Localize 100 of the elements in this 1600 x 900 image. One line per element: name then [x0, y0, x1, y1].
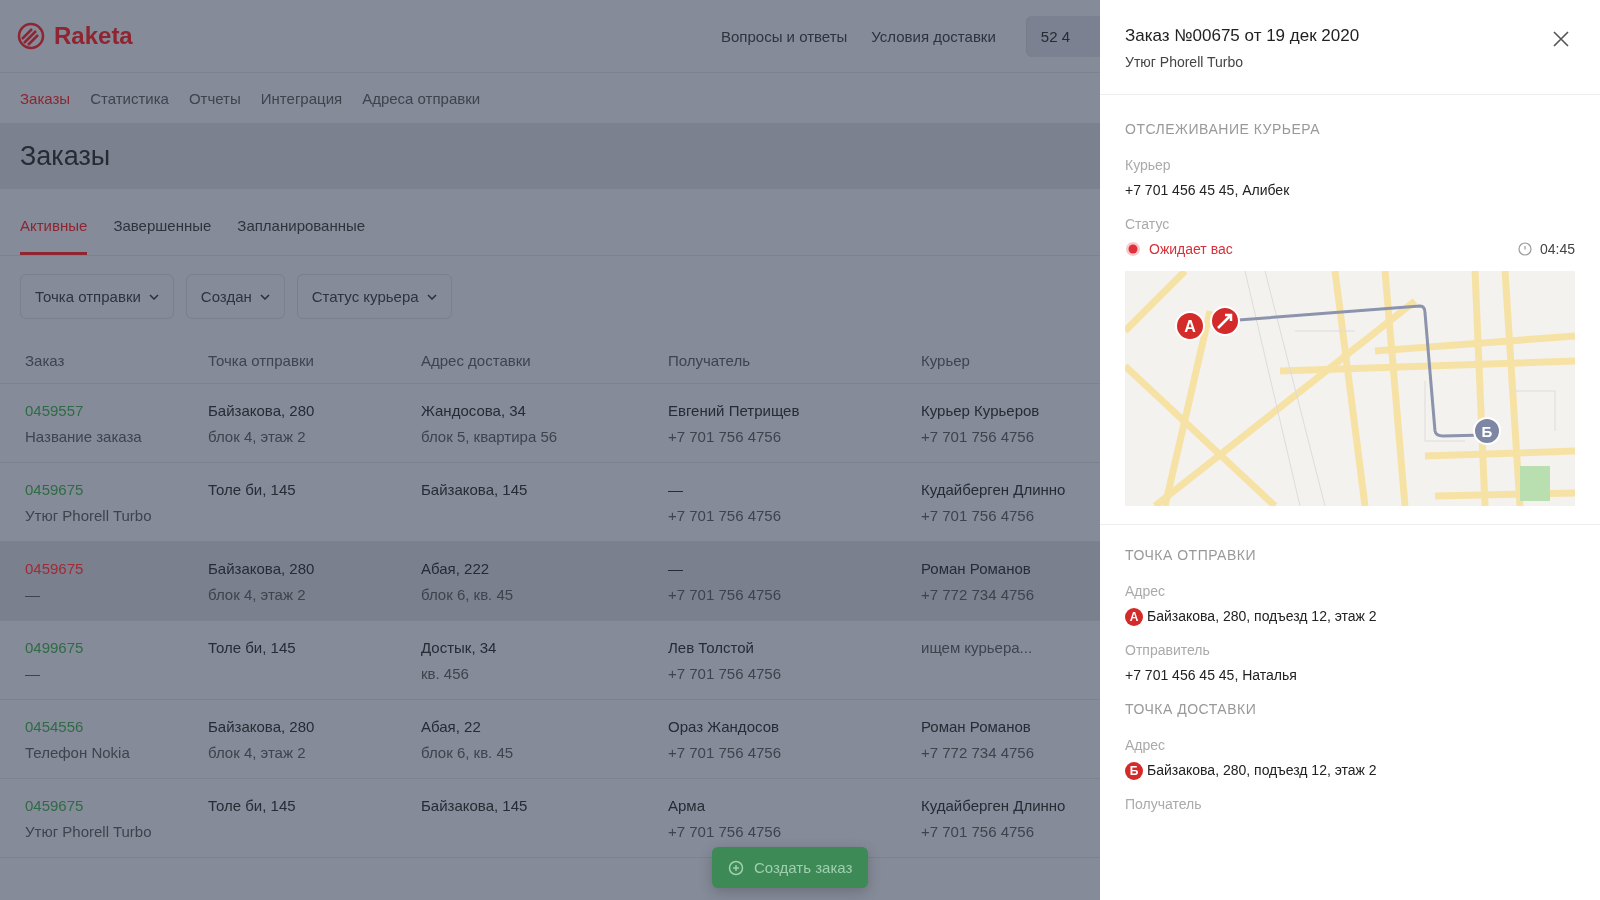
delivery-detail: блок 6, кв. 45 — [421, 585, 514, 603]
balance-badge[interactable]: 52 4 — [1025, 15, 1100, 57]
recipient-phone: +7 701 756 4756 — [668, 743, 782, 761]
table-row[interactable]: 0499675 — Толе би, 145 Достык, 34 кв. 456 Лев Толстой +7 701 756 4756 ищем курьера... — [0, 621, 1100, 700]
filter-dropdown[interactable]: Точка отправки — [20, 274, 174, 319]
column-header: Заказ — [25, 351, 66, 369]
filter-dropdown[interactable]: Создан — [185, 274, 285, 319]
field-label: Адрес — [1125, 737, 1166, 753]
column-header: Курьер — [921, 351, 971, 369]
order-number[interactable]: 0499675 — [25, 638, 84, 656]
column-header: Адрес доставки — [421, 351, 532, 369]
tab[interactable]: Запланированные — [237, 197, 366, 255]
column-header: Получатель — [668, 351, 751, 369]
section-heading: ТОЧКА ОТПРАВКИ — [1125, 547, 1257, 563]
courier-name: Кудайберген Длинно — [921, 480, 1066, 498]
section-heading: ОТСЛЕЖИВАНИЕ КУРЬЕРА — [1125, 121, 1321, 137]
point-marker: Б — [1125, 762, 1143, 780]
order-number[interactable]: 0454556 — [25, 717, 84, 735]
recipient-phone: +7 701 756 4756 — [668, 427, 782, 445]
courier-name: Кудайберген Длинно — [921, 796, 1066, 814]
pickup-address: Толе би, 145 — [208, 796, 296, 814]
order-name: — — [25, 585, 40, 603]
logo-text[interactable]: Raketa — [54, 22, 133, 50]
recipient-name: Ораз Жандосов — [668, 717, 779, 735]
order-name: Телефон Nokia — [25, 743, 130, 761]
recipient-phone: +7 701 756 4756 — [668, 822, 782, 840]
delivery-address: Абая, 22 — [421, 717, 481, 735]
chevron-down-icon — [148, 293, 159, 300]
courier-name: ищем курьера... — [921, 638, 1033, 656]
courier-name: Роман Романов — [921, 717, 1031, 735]
recipient-name: Арма — [668, 796, 705, 814]
delivery-detail: кв. 456 — [421, 664, 469, 682]
table-row[interactable]: 0454556 Телефон Nokia Байзакова, 280 блок 4, этаж 2 Абая, 22 блок 6, кв. 45 Ораз Жандосов +7 701 756 4756 Роман Романов +7 772 734 4756 — [0, 700, 1100, 779]
delivery-detail: блок 6, кв. 45 — [421, 743, 514, 761]
clock-icon — [1517, 242, 1532, 256]
table-row[interactable]: 0459675 — Байзакова, 280 блок 4, этаж 2 Абая, 222 блок 6, кв. 45 — +7 701 756 4756 Роман Романов +7 772 734 4756 — [0, 542, 1100, 621]
courier-name: Курьер Курьеров — [921, 401, 1040, 419]
field-label: Адрес — [1125, 583, 1166, 599]
delivery-address: Абая, 222 — [421, 559, 490, 577]
chevron-down-icon — [426, 293, 437, 300]
nav-link[interactable]: Адреса отправки — [362, 89, 481, 107]
plus-icon — [728, 859, 744, 876]
order-number[interactable]: 0459557 — [25, 401, 84, 419]
status-dot-icon — [1125, 241, 1141, 257]
field-label: Статус — [1125, 216, 1170, 232]
recipient-phone: +7 701 756 4756 — [668, 506, 782, 524]
map-marker-label: А — [1184, 318, 1196, 335]
pickup-address: Толе би, 145 — [208, 638, 296, 656]
pickup-detail: блок 4, этаж 2 — [208, 585, 306, 603]
order-name: Утюг Phorell Turbo — [25, 506, 152, 524]
nav-link[interactable]: Отчеты — [188, 89, 241, 107]
delivery-detail: блок 5, квартира 56 — [421, 427, 558, 445]
create-order-button[interactable]: Создать заказ — [712, 847, 869, 888]
status-text: Ожидает вас — [1149, 241, 1233, 257]
delivery-address: Жандосова, 34 — [421, 401, 526, 419]
close-icon[interactable] — [1552, 30, 1570, 48]
courier-contact: +7 701 456 45 45, Алибек — [1125, 182, 1290, 198]
courier-name: Роман Романов — [921, 559, 1031, 577]
courier-phone: +7 701 756 4756 — [921, 506, 1035, 524]
order-name: — — [25, 664, 40, 682]
pickup-address: Байзакова, 280 — [208, 401, 315, 419]
recipient-name: — — [668, 480, 683, 498]
page-title: Заказы — [20, 140, 111, 172]
order-number[interactable]: 0459675 — [25, 480, 84, 498]
drawer-title: Заказ №00675 от 19 дек 2020 — [1125, 26, 1360, 46]
field-label: Получатель — [1125, 796, 1202, 812]
section-heading: ТОЧКА ДОСТАВКИ — [1125, 701, 1257, 717]
pickup-address: Байзакова, 280, подъезд 12, этаж 2 — [1147, 608, 1377, 624]
courier-phone: +7 701 756 4756 — [921, 822, 1035, 840]
tab[interactable]: Завершенные — [113, 197, 212, 255]
pickup-address: Байзакова, 280 — [208, 559, 315, 577]
chevron-down-icon — [259, 293, 270, 300]
delivery-address: Достык, 34 — [421, 638, 497, 656]
pickup-address: Байзакова, 280 — [208, 717, 315, 735]
recipient-phone: +7 701 756 4756 — [668, 585, 782, 603]
field-label: Отправитель — [1125, 642, 1210, 658]
filter-dropdown[interactable]: Статус курьера — [296, 274, 452, 319]
column-header: Точка отправки — [208, 351, 315, 369]
point-marker: А — [1125, 608, 1143, 626]
order-number[interactable]: 0459675 — [25, 559, 84, 577]
order-number[interactable]: 0459675 — [25, 796, 84, 814]
recipient-name: — — [668, 559, 683, 577]
courier-phone: +7 701 756 4756 — [921, 427, 1035, 445]
pickup-address: Толе би, 145 — [208, 480, 296, 498]
courier-phone: +7 772 734 4756 — [921, 585, 1035, 603]
order-name: Утюг Phorell Turbo — [25, 822, 152, 840]
delivery-address: Байзакова, 145 — [421, 796, 528, 814]
nav-link[interactable]: Заказы — [20, 89, 71, 107]
pickup-detail: блок 4, этаж 2 — [208, 743, 306, 761]
table-row[interactable]: 0459557 Название заказа Байзакова, 280 блок 4, этаж 2 Жандосова, 34 блок 5, квартира 56 Евгений Петрищев +7 701 756 4756 Курьер Курьеров +7 701 756 4756 — [0, 384, 1100, 463]
tab[interactable]: Активные — [20, 197, 88, 255]
recipient-phone: +7 701 756 4756 — [668, 664, 782, 682]
header-link[interactable]: Вопросы и ответы — [721, 27, 848, 45]
nav-link[interactable]: Интеграция — [260, 89, 343, 107]
header-link[interactable]: Условия доставки — [871, 27, 996, 45]
eta-time: 04:45 — [1539, 241, 1575, 257]
nav-link[interactable]: Статистика — [90, 89, 169, 107]
pickup-detail: блок 4, этаж 2 — [208, 427, 306, 445]
delivery-address: Байзакова, 280, подъезд 12, этаж 2 — [1147, 762, 1377, 778]
recipient-name: Лев Толстой — [668, 638, 754, 656]
